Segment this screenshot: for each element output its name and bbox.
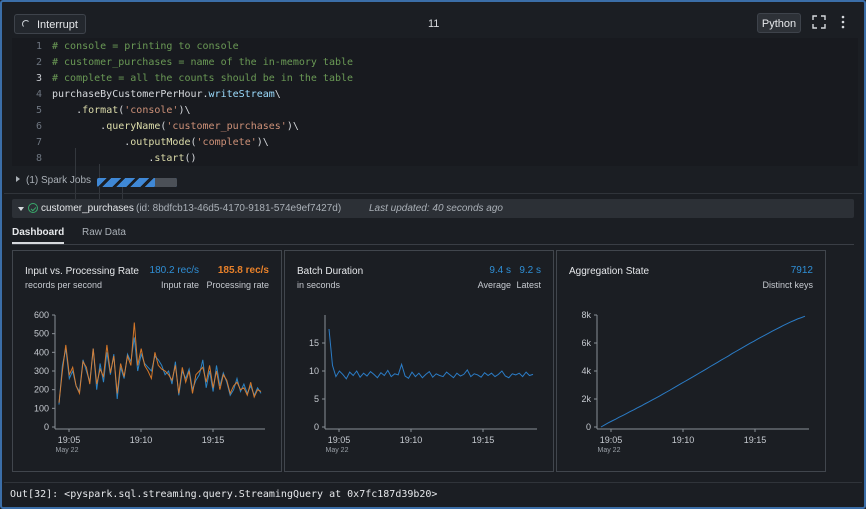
x-tick-label: 19:05 — [328, 435, 351, 445]
processing-rate-label: Processing rate — [206, 280, 269, 290]
notebook-cell: Interrupt 11 Python 1 # console = printin… — [0, 0, 866, 509]
x-tick-label: 19:15 — [202, 435, 225, 445]
line-number: 7 — [35, 137, 42, 148]
x-tick-sublabel: May 22 — [56, 447, 79, 454]
language-button[interactable]: Python — [757, 13, 801, 33]
y-tick-label: 6k — [581, 338, 591, 348]
y-tick-label: 5 — [314, 394, 319, 404]
aggregation-state-chart: 0 2k 4k 6k 8k 19:05 May 22 19:10 19:15 — [581, 310, 809, 454]
query-id: (id: 8bdfcb13-46d5-4170-9181-574e9ef7427… — [136, 203, 342, 214]
y-tick-label: 0 — [586, 422, 591, 432]
tab-dashboard[interactable]: Dashboard — [12, 227, 64, 238]
series-line-distinct-keys — [600, 315, 806, 428]
divider — [12, 244, 854, 245]
panel-title: Aggregation State — [569, 266, 650, 277]
panel-subtitle: in seconds — [297, 280, 341, 290]
tab-raw-data[interactable]: Raw Data — [82, 227, 126, 238]
panel-title: Batch Duration — [297, 266, 364, 277]
more-options-icon[interactable] — [840, 15, 846, 29]
panel-aggregation-state: Aggregation State 7912 Distinct keys 0 2k… — [556, 250, 826, 472]
line-number: 8 — [35, 153, 42, 164]
y-tick-label: 8k — [581, 310, 591, 320]
y-tick-label: 0 — [44, 422, 49, 432]
y-tick-label: 600 — [34, 310, 49, 320]
panel-batch-duration: Batch Duration in seconds 9.4 s Average … — [284, 250, 554, 472]
y-tick-label: 300 — [34, 366, 49, 376]
last-updated: Last updated: 40 seconds ago — [369, 203, 503, 214]
x-tick-label: 19:05 — [58, 435, 81, 445]
line-number: 5 — [35, 105, 42, 116]
panel-input-processing-rate: Input vs. Processing Rate records per se… — [12, 250, 282, 472]
query-name: customer_purchases — [41, 203, 134, 214]
distinct-keys-value: 7912 — [790, 265, 813, 276]
interrupt-button[interactable]: Interrupt — [14, 14, 86, 34]
divider — [4, 482, 862, 483]
caret-down-icon — [18, 207, 24, 211]
y-tick-label: 4k — [581, 366, 591, 376]
line-number: 1 — [35, 41, 42, 52]
y-tick-label: 2k — [581, 394, 591, 404]
interrupt-label: Interrupt — [37, 19, 78, 31]
batch-duration-chart: 0 5 10 15 19:05 May 22 19:10 19:15 — [309, 315, 537, 454]
code-text: .start() — [52, 153, 197, 164]
code-editor[interactable]: 1 # console = printing to console 2 # custo… — [12, 38, 858, 202]
spark-jobs-label: (1) Spark Jobs — [26, 175, 92, 186]
code-text: .outputMode('complete')\ — [52, 137, 269, 148]
x-tick-label: 19:10 — [672, 435, 695, 445]
x-tick-label: 19:10 — [130, 435, 153, 445]
y-tick-label: 10 — [309, 366, 319, 376]
y-tick-label: 0 — [314, 422, 319, 432]
average-duration-label: Average — [477, 280, 511, 290]
series-line-batch-duration — [328, 328, 534, 380]
y-tick-label: 200 — [34, 385, 49, 395]
x-tick-sublabel: May 22 — [326, 447, 349, 454]
spinner-icon — [22, 20, 30, 28]
x-tick-label: 19:15 — [744, 435, 767, 445]
distinct-keys-label: Distinct keys — [762, 280, 813, 290]
code-text: # console = printing to console — [52, 41, 239, 52]
latest-duration-value: 9.2 s — [519, 265, 541, 276]
divider — [4, 193, 862, 194]
code-text: purchaseByCustomerPerHour.writeStream\ — [52, 89, 281, 100]
processing-rate-value: 185.8 rec/s — [217, 265, 269, 276]
streaming-query-header[interactable]: customer_purchases (id: 8bdfcb13-46d5-41… — [12, 199, 854, 218]
code-text: # customer_purchases = name of the in-me… — [52, 57, 354, 68]
line-number: 6 — [35, 121, 42, 132]
x-tick-sublabel: May 22 — [598, 447, 621, 454]
spark-jobs-progress — [97, 178, 177, 187]
code-text: .format('console')\ — [52, 105, 191, 116]
y-tick-label: 400 — [34, 347, 49, 357]
x-tick-label: 19:10 — [400, 435, 423, 445]
line-number: 3 — [35, 73, 42, 84]
input-rate-value: 180.2 rec/s — [149, 265, 199, 276]
cell-toolbar: Interrupt 11 Python — [12, 12, 858, 36]
spark-jobs-toggle[interactable]: (1) Spark Jobs — [16, 175, 91, 191]
line-number: 2 — [35, 57, 42, 68]
series-line-input-rate — [58, 337, 262, 405]
code-text: .queryName('customer_purchases')\ — [52, 121, 299, 132]
expand-icon[interactable] — [812, 15, 826, 29]
code-text: # complete = all the counts should be in… — [52, 73, 354, 84]
panel-subtitle: records per second — [25, 280, 103, 290]
latest-duration-label: Latest — [516, 280, 541, 290]
status-ok-icon — [28, 203, 38, 213]
y-tick-label: 15 — [309, 338, 319, 348]
caret-right-icon — [16, 176, 20, 182]
input-processing-chart: 0 100 200 300 400 500 600 19:05 May 22 19:10 19:15 — [34, 310, 265, 454]
panel-title: Input vs. Processing Rate — [25, 266, 139, 277]
input-rate-label: Input rate — [160, 280, 199, 290]
y-tick-label: 500 — [34, 329, 49, 339]
average-duration-value: 9.4 s — [489, 265, 511, 276]
x-tick-label: 19:15 — [472, 435, 495, 445]
y-tick-label: 100 — [34, 403, 49, 413]
line-number: 4 — [35, 89, 42, 100]
cell-number: 11 — [428, 18, 440, 30]
cell-output: Out[32]: <pyspark.sql.streaming.query.St… — [10, 489, 438, 500]
x-tick-label: 19:05 — [600, 435, 623, 445]
